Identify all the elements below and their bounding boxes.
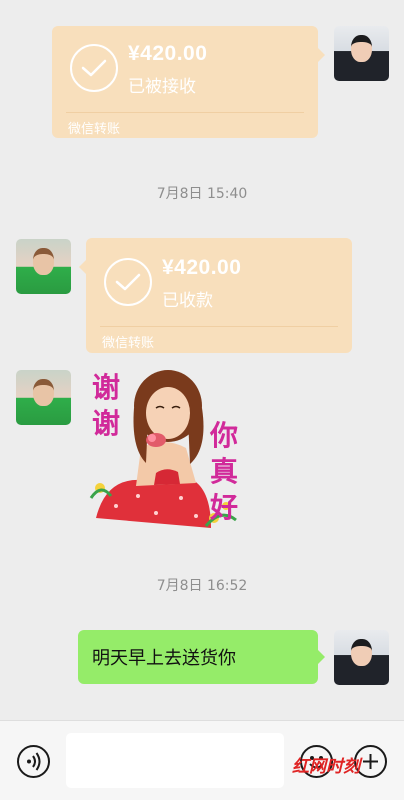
timestamp: 7月8日 16:52 (156, 578, 248, 594)
chat-area: ¥420.00 已被接收 微信转账 7月8日 15:40 ¥420.00 已收款… (0, 0, 404, 720)
transfer-footer: 微信转账 (68, 122, 121, 137)
thank-you-sticker[interactable]: 谢谢 你真好 (86, 368, 246, 533)
check-circle-icon (70, 44, 118, 92)
bubble-tail (318, 650, 325, 664)
transfer-divider (66, 112, 304, 113)
voice-icon[interactable] (17, 745, 50, 778)
avatar-contact[interactable] (16, 370, 71, 425)
avatar-contact[interactable] (16, 239, 71, 294)
transfer-status: 已收款 (162, 291, 213, 311)
text-message-sent[interactable]: 明天早上去送货你 (78, 630, 318, 684)
transfer-status: 已被接收 (128, 77, 196, 97)
transfer-sent-bubble[interactable]: ¥420.00 已被接收 微信转账 (52, 26, 318, 138)
check-circle-icon (104, 258, 152, 306)
transfer-amount: ¥420.00 (128, 42, 208, 65)
avatar-self[interactable] (334, 26, 389, 81)
transfer-footer: 微信转账 (102, 336, 155, 351)
transfer-amount: ¥420.00 (162, 256, 242, 279)
transfer-received-bubble[interactable]: ¥420.00 已收款 微信转账 (86, 238, 352, 353)
message-input[interactable] (66, 733, 284, 788)
sticker-text-right: 你真好 (210, 419, 239, 524)
bubble-tail (79, 260, 86, 274)
bubble-tail (318, 48, 325, 62)
sticker-text-left: 谢谢 (92, 371, 121, 440)
watermark-logo: 红网时刻 (292, 757, 360, 777)
timestamp: 7月8日 15:40 (156, 186, 248, 202)
transfer-divider (100, 326, 338, 327)
avatar-self[interactable] (334, 630, 389, 685)
